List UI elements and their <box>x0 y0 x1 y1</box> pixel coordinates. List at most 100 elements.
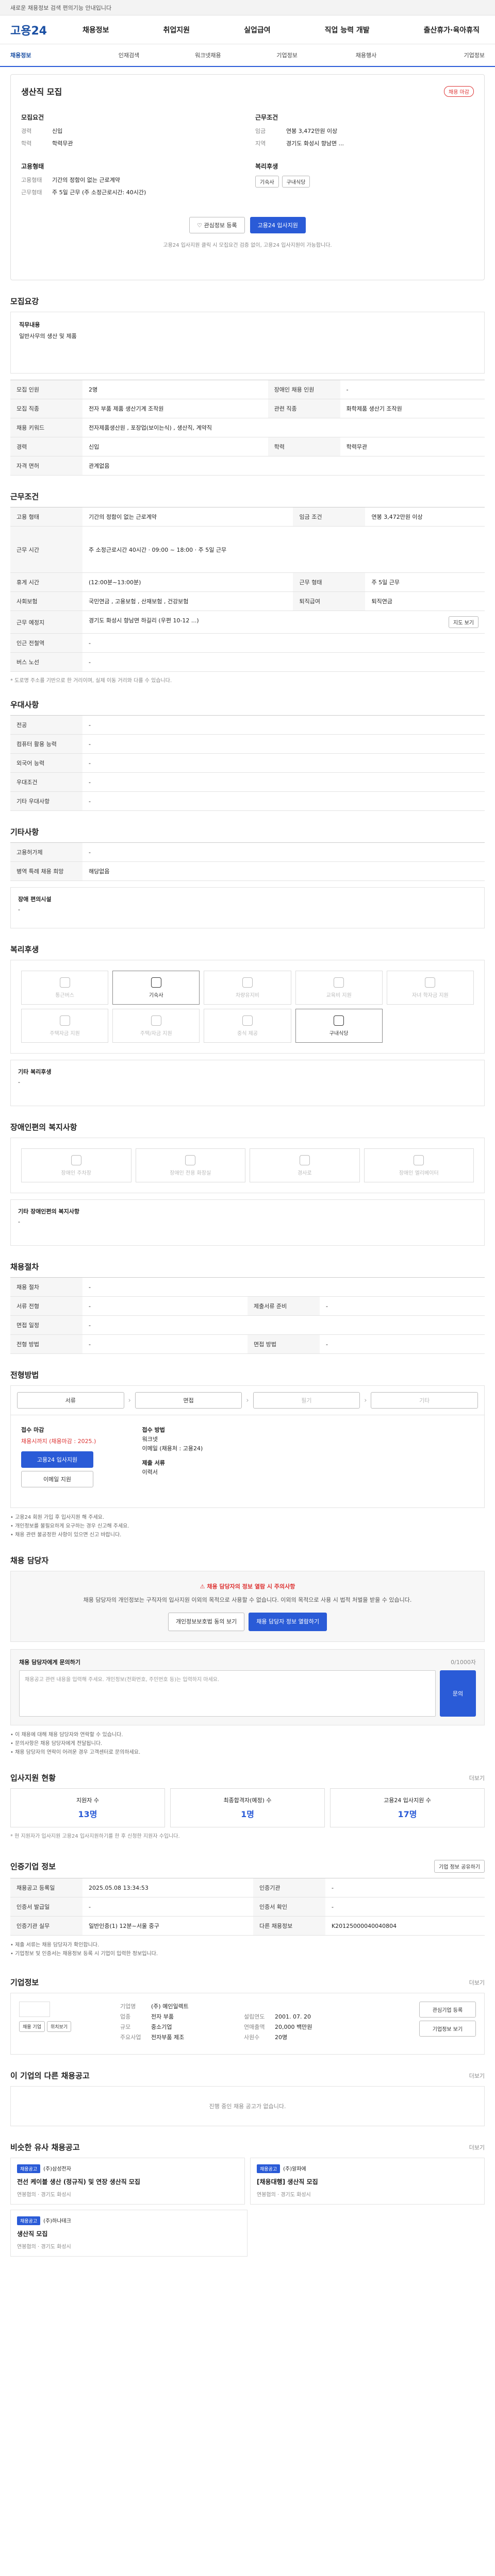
nav-item-leave[interactable]: 출산휴가·육아휴직 <box>419 25 485 35</box>
corp-interest-button[interactable]: 관심기업 등록 <box>419 2002 476 2018</box>
disabled-panel: 장애인 주차장 장애인 전용 화장실 경사로 장애인 엘리베이터 <box>10 1138 485 1193</box>
accessibility-icon <box>71 1155 81 1165</box>
map-button[interactable]: 지도 보기 <box>449 616 478 628</box>
apply-deadline-date: 채용시까지 (채용마감 : 2025.) <box>21 1438 96 1445</box>
welfare-tag: 기숙사 <box>255 176 279 188</box>
more-link[interactable]: 더보기 <box>469 2143 485 2151</box>
subnav-item[interactable]: 워크넷채용 <box>169 51 248 59</box>
job-summary-card: 생산직 모집 채용 마감 모집요건 경력 신입 학력 학력무관 고용형태 고용형태 기… <box>10 74 485 280</box>
section-title: 기업정보 <box>10 1978 39 1987</box>
question-textarea[interactable]: 채용공고 관련 내용을 입력해 주세요. 개인정보(전화번호, 주민번호 등)는… <box>19 1670 436 1717</box>
value: 학력무관 <box>52 140 73 147</box>
status-badge: 채용 마감 <box>444 86 474 97</box>
accessibility-label: 경사로 <box>297 1170 312 1176</box>
similar-job-card[interactable]: 채용공고 (주)알파에 [채용대행] 생산직 모집 연봉협의 · 경기도 화성시 <box>250 2158 485 2205</box>
notice-head: 채용 담당자의 정보 열람 시 주의사항 <box>207 1583 295 1590</box>
alert-icon: ⚠ <box>200 1583 207 1590</box>
procedure-table: 채용 절차 - 서류 전형 - 제출서류 준비 - 면접 일정 - 전형 방법 - 면접 방법… <box>10 1277 485 1354</box>
welfare-label: 자녀 학자금 지원 <box>412 992 449 998</box>
apply-panel: 접수 마감 채용시까지 (채용마감 : 2025.) 고용24 입사지원 이메일… <box>10 1415 485 1508</box>
corp-map-button[interactable]: 위치보기 <box>46 2021 72 2032</box>
question-submit-button[interactable]: 문의 <box>440 1670 476 1717</box>
welfare-label: 구내식당 <box>329 1030 349 1037</box>
section-title: 복리후생 <box>10 945 39 954</box>
site-header: 고용24 채용정보 취업지원 실업급여 직업 능력 개발 출산휴가·육아휴직 <box>0 15 495 44</box>
step-interview: 면접 <box>135 1392 242 1409</box>
empty-state: 진행 중인 채용 공고가 없습니다. <box>10 2086 485 2126</box>
welfare-label: 차량유지비 <box>235 992 259 998</box>
conditions-title: 근무조건 <box>255 114 278 121</box>
value: 기간의 정함이 없는 근로계약 <box>52 177 120 183</box>
value: 신입 <box>52 128 63 134</box>
subnav-item[interactable]: 기업정보 <box>248 51 326 59</box>
other-table: 고용허가제 - 병역 특례 채용 희망 해당없음 <box>10 842 485 881</box>
nav-item-training[interactable]: 직업 능력 개발 <box>320 25 375 35</box>
accessibility-title: 장애 편의시설 <box>18 896 52 903</box>
welfare-label: 주택/자금 지원 <box>140 1030 172 1037</box>
view-contact-button[interactable]: 채용 담당자 정보 열람하기 <box>249 1613 327 1631</box>
note-item: 개인정보를 불필요하게 요구하는 경우 신고해 주세요. <box>10 1522 485 1531</box>
accessibility-icon <box>185 1155 196 1165</box>
company-notes: 제출 서류는 채용 담당자가 확인합니다. 기업정보 및 인증서는 채용정보 등… <box>10 1941 485 1958</box>
value: 경기도 화성시 향남면 ... <box>286 140 344 147</box>
privacy-agree-button[interactable]: 개인정보보호법 동의 보기 <box>168 1613 245 1631</box>
subnav-item[interactable]: 인재검색 <box>89 51 168 59</box>
subnav-item[interactable]: 채용정보 <box>10 51 89 59</box>
method-value-2: 이메일 (채용처 : 고용24) <box>142 1445 203 1452</box>
more-link[interactable]: 더보기 <box>469 1774 485 1782</box>
more-link[interactable]: 더보기 <box>469 1978 485 1987</box>
subnav-item[interactable]: 채용행사 <box>326 51 405 59</box>
welfare-label: 중식 제공 <box>237 1030 258 1037</box>
welfare-title: 복리후생 <box>255 163 278 170</box>
similar-job-card[interactable]: 채용공고 (주)하나테크 생산직 모집 연봉협의 · 경기도 화성시 <box>10 2210 248 2257</box>
corp-name: (주) 예인일렉트 <box>151 2003 189 2010</box>
welfare-label: 통근버스 <box>55 992 74 998</box>
accessibility-label: 장애인 주차장 <box>61 1170 91 1176</box>
accessibility-icon <box>414 1155 424 1165</box>
label: 지역 <box>255 140 266 147</box>
site-logo[interactable]: 고용24 <box>10 22 77 38</box>
interest-label: 관심정보 등록 <box>204 222 237 229</box>
contact-notice: ⚠ 채용 담당자의 정보 열람 시 주의사항 채용 담당자의 개인정보는 구직자… <box>10 1571 485 1642</box>
accessibility-item: 장애인 전용 화장실 <box>135 1148 245 1182</box>
nav-item-employment-support[interactable]: 취업지원 <box>158 25 195 35</box>
subnav-item[interactable]: 기업정보 <box>406 51 484 59</box>
value: 연봉 3,472만원 이상 <box>286 128 338 134</box>
welfare-icon <box>151 977 161 988</box>
stats-note: * 현 지원자가 입사지원 고용24 입사지원하기를 한 후 신청한 지원자 수… <box>10 1834 180 1839</box>
more-link[interactable]: 더보기 <box>469 2072 485 2080</box>
contact-notes: 이 채용에 대해 채용 담당자와 연락할 수 있습니다. 문의사항은 채용 담당… <box>10 1731 485 1757</box>
section-title: 기타사항 <box>10 827 39 837</box>
disabled-other-box: 기타 장애인편의 복지사항 - <box>10 1199 485 1246</box>
job-description-box: 직무내용 일반사무의 생산 및 제품 <box>10 312 485 374</box>
notice-body: 채용 담당자의 개인정보는 구직자의 입사지원 이외의 목적으로 사용할 수 없… <box>83 1597 412 1603</box>
corp-info-button[interactable]: 기업정보 보기 <box>419 2021 476 2037</box>
welfare-item: 중식 제공 <box>204 1009 291 1043</box>
similar-job-card[interactable]: 채용공고 (주)삼성전자 전선 케이블 생산 (정규직) 및 연장 생산직 모집 … <box>10 2158 245 2205</box>
job-description-title: 직무내용 <box>19 321 40 328</box>
corp-jobs-button[interactable]: 채용 기업 <box>19 2021 45 2032</box>
apply-button[interactable]: 고용24 입사지원 <box>250 217 306 233</box>
stats-row: 지원자 수 13명 최종합격자(예정) 수 1명 고용24 입사지원 수 17명 <box>10 1788 485 1827</box>
nav-item-jobs[interactable]: 채용정보 <box>77 25 114 35</box>
method-value: 워크넷 <box>142 1436 158 1443</box>
main-nav: 채용정보 취업지원 실업급여 직업 능력 개발 출산휴가·육아휴직 <box>77 25 485 35</box>
accessibility-item: 장애인 엘리베이터 <box>364 1148 474 1182</box>
share-button[interactable]: 기업 정보 공유하기 <box>434 1860 485 1873</box>
email-apply-button[interactable]: 이메일 지원 <box>21 1471 93 1487</box>
arrow-right-icon: › <box>246 1396 249 1404</box>
accessibility-label: 장애인 엘리베이터 <box>399 1170 439 1176</box>
note-item: 기업정보 및 인증서는 채용정보 등록 시 기업이 입력한 정보입니다. <box>10 1950 485 1958</box>
welfare-item: 통근버스 <box>21 971 109 1005</box>
welfare-item: 주택/자금 지원 <box>112 1009 200 1043</box>
section-title: 입사지원 현황 <box>10 1773 56 1783</box>
nav-item-unemployment-benefit[interactable]: 실업급여 <box>239 25 276 35</box>
apply-button-2[interactable]: 고용24 입사지원 <box>21 1451 93 1468</box>
job-description-text: 일반사무의 생산 및 제품 <box>19 333 77 340</box>
section-title: 우대사항 <box>10 700 39 709</box>
label: 고용형태 <box>21 177 42 183</box>
similar-row-2: 채용공고 (주)하나테크 생산직 모집 연봉협의 · 경기도 화성시 <box>10 2210 248 2257</box>
step-documents: 서류 <box>17 1392 124 1409</box>
welfare-icon <box>242 977 253 988</box>
interest-button[interactable]: ♡ 관심정보 등록 <box>189 217 245 233</box>
